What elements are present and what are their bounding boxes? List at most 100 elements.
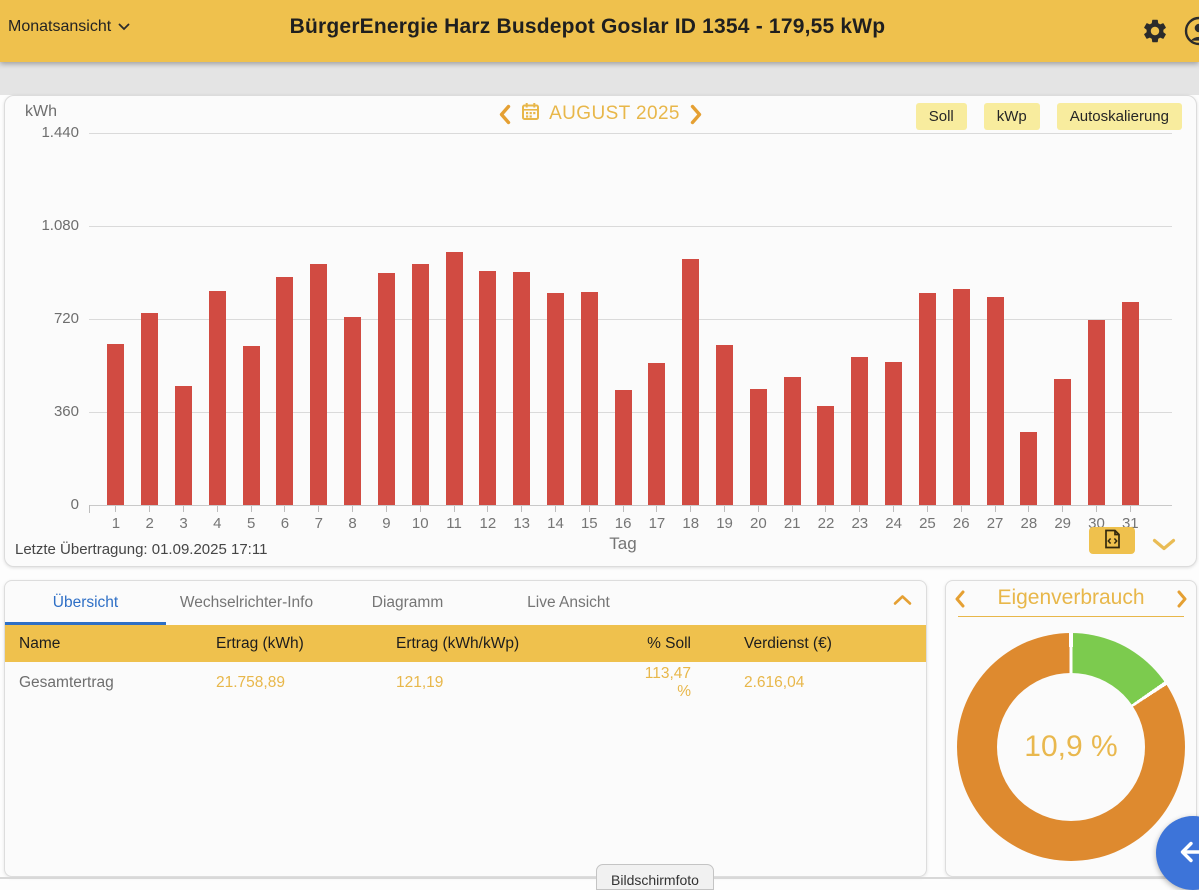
bar-day-20 [741,389,775,505]
tabs-row: ÜbersichtWechselrichter-InfoDiagrammLive… [5,581,926,625]
prev-month-chevron-icon[interactable] [498,104,512,125]
y-tick-label: 1.440 [13,124,79,141]
bar [1054,379,1071,505]
self-consumption-donut-chart: 10,9 % [957,633,1185,861]
x-tick-3: 3 [167,506,201,532]
bar [851,357,868,505]
table-row: Gesamtertrag21.758,89121,19113,47 %2.616… [5,662,926,704]
bar-day-1 [99,344,133,506]
arrow-left-icon [1177,839,1199,868]
x-tick-29: 29 [1046,506,1080,532]
title-underline [958,616,1184,617]
x-tick-1: 1 [99,506,133,532]
bar [513,272,530,505]
x-tick-8: 8 [336,506,370,532]
column-header: Verdienst (€) [703,635,926,653]
table-header-row: NameErtrag (kWh)Ertrag (kWh/kWp)% SollVe… [5,625,926,662]
bar [1088,320,1105,506]
autoscale-toggle-button[interactable]: Autoskalierung [1057,103,1182,130]
y-tick-label: 720 [13,310,79,327]
bar [817,406,834,505]
x-tick-27: 27 [978,506,1012,532]
monthly-chart-card: kWh AUGUST 2025 Soll kWp Autoskalierung [4,95,1197,567]
table-cell: Gesamtertrag [5,674,202,692]
bar [750,389,767,505]
account-icon[interactable] [1184,16,1199,46]
x-tick-17: 17 [640,506,674,532]
x-tick-24: 24 [877,506,911,532]
y-tick-label: 0 [13,496,79,513]
x-tick-2: 2 [133,506,167,532]
bar-day-16 [606,390,640,505]
bar-day-24 [877,362,911,505]
tab-2[interactable]: Diagramm [327,581,488,625]
bar-day-17 [640,363,674,505]
x-tick-25: 25 [911,506,945,532]
bar-day-14 [539,293,573,505]
bar [1020,432,1037,505]
bar [1122,302,1139,505]
column-header: % Soll [628,635,703,653]
kwp-toggle-button[interactable]: kWp [984,103,1040,130]
bar-day-2 [133,313,167,506]
bar-day-18 [674,259,708,505]
bar [276,277,293,505]
x-tick-16: 16 [606,506,640,532]
eigen-prev-chevron-icon[interactable] [954,590,966,608]
bar-day-28 [1012,432,1046,505]
collapse-chart-chevron-icon[interactable] [1152,538,1176,551]
x-tick-11: 11 [437,506,471,532]
bar-day-11 [437,252,471,505]
column-header: Ertrag (kWh/kWp) [382,635,628,653]
table-cell: 121,19 [382,674,628,692]
export-button[interactable] [1089,527,1135,554]
self-consumption-percentage: 10,9 % [1024,730,1117,764]
x-tick-13: 13 [505,506,539,532]
bar [344,317,361,505]
bar-day-10 [403,264,437,505]
x-tick-5: 5 [234,506,268,532]
y-tick-label: 360 [13,403,79,420]
bar-chart-bars [99,133,1147,505]
x-tick-7: 7 [302,506,336,532]
chart-toggle-buttons: Soll kWp Autoskalierung [916,103,1182,130]
x-tick-15: 15 [572,506,606,532]
table-cell: 2.616,04 [703,674,926,692]
bar-day-7 [302,264,336,505]
tab-0[interactable]: Übersicht [5,581,166,625]
bar-day-5 [234,346,268,505]
bar-day-13 [505,272,539,505]
bar-day-26 [944,289,978,505]
table-cell: 21.758,89 [202,674,382,692]
header-shadow-strip [0,62,1199,95]
bar [919,293,936,505]
settings-gear-icon[interactable] [1141,17,1169,45]
bar-day-31 [1113,302,1147,505]
x-tick-22: 22 [809,506,843,532]
x-tick-21: 21 [775,506,809,532]
bar [953,289,970,505]
bar-day-8 [336,317,370,505]
donut-hole: 10,9 % [997,673,1145,821]
bar [716,345,733,505]
eigen-next-chevron-icon[interactable] [1176,590,1188,608]
bar-day-21 [775,377,809,505]
axis-origin-tick [89,505,90,513]
bar-day-15 [572,292,606,505]
x-axis-labels: 1234567891011121314151617181920212223242… [99,506,1147,532]
x-tick-4: 4 [200,506,234,532]
column-header: Ertrag (kWh) [202,635,382,653]
eigenverbrauch-card: Eigenverbrauch 10,9 % [945,580,1197,877]
bar [107,344,124,506]
last-transmission-status: Letzte Übertragung: 01.09.2025 17:11 [15,541,267,558]
tab-1[interactable]: Wechselrichter-Info [166,581,327,625]
bar [784,377,801,505]
month-label: AUGUST 2025 [549,103,680,125]
next-month-chevron-icon[interactable] [689,104,703,125]
calendar-icon [521,102,540,126]
screenshot-button[interactable]: Bildschirmfoto [596,864,714,890]
tab-3[interactable]: Live Ansicht [488,581,649,625]
x-tick-14: 14 [539,506,573,532]
soll-toggle-button[interactable]: Soll [916,103,967,130]
collapse-panel-chevron-icon[interactable] [893,594,912,606]
